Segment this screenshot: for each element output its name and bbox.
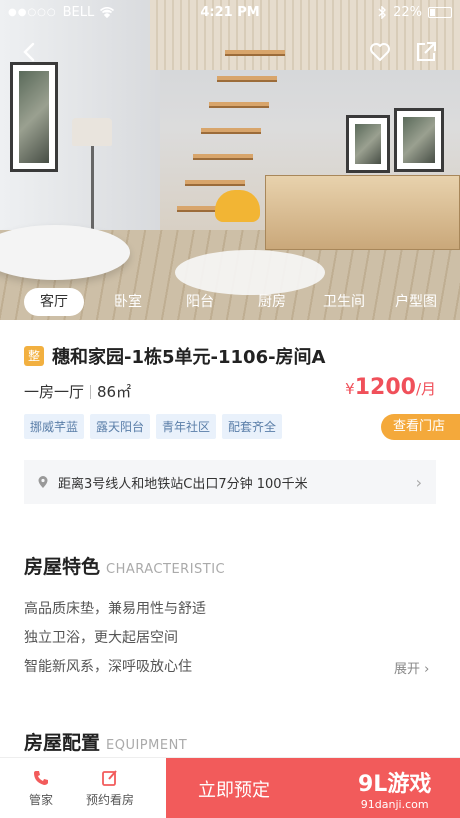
tab-floorplan[interactable]: 户型图: [380, 288, 452, 316]
section-subtitle: CHARACTERISTIC: [106, 562, 226, 577]
location-row[interactable]: 距离3号线人和地铁站C出口7分钟 100千米 ›: [24, 460, 436, 504]
room-tabs: 客厅 卧室 阳台 厨房 卫生间 户型图: [0, 284, 460, 320]
tab-bathroom[interactable]: 卫生间: [308, 288, 380, 316]
whole-rent-badge: 整: [24, 346, 44, 366]
steward-button[interactable]: 管家: [18, 758, 64, 818]
appointment-label: 预约看房: [85, 793, 134, 807]
feature-item: 智能新风系，深呼吸放心住: [24, 659, 192, 675]
tab-living-room[interactable]: 客厅: [24, 288, 84, 316]
phone-icon: [34, 771, 48, 785]
watermark-url: 91danji.com: [360, 798, 429, 811]
steward-label: 管家: [28, 793, 53, 807]
edit-icon: [102, 770, 117, 786]
share-icon[interactable]: [414, 40, 438, 64]
tag: 露天阳台: [90, 414, 151, 439]
lamp: [72, 118, 112, 146]
price: ¥1200/月: [345, 375, 436, 400]
divider: [90, 385, 92, 399]
tab-kitchen[interactable]: 厨房: [236, 288, 308, 316]
price-value: 1200: [354, 375, 416, 400]
section-title: 房屋特色: [24, 556, 101, 578]
feature-item: 高品质床垫，兼易用性与舒适: [24, 601, 206, 617]
room-layout: 一房一厅: [24, 383, 85, 401]
watermark-logo: 9L游戏 91danji.com: [358, 766, 431, 811]
location-pin-icon: [38, 476, 48, 488]
expand-label: 展开: [394, 662, 421, 677]
wall-picture-frame: [10, 62, 58, 172]
room-area: 86㎡: [97, 383, 132, 401]
listing-title-row: 整 穗和家园-1栋5单元-1106-房间A: [24, 343, 326, 369]
tag: 青年社区: [156, 414, 217, 439]
location-text: 距离3号线人和地铁站C出口7分钟 100千米: [58, 476, 308, 492]
price-symbol: ¥: [345, 380, 355, 398]
layout-info: 一房一厅 86㎡: [24, 381, 131, 402]
bluetooth-icon: [378, 5, 387, 19]
tag: 挪威芊蓝: [24, 414, 85, 439]
chevron-right-icon: ›: [415, 472, 422, 492]
picture-frame-1: [346, 115, 390, 173]
tag: 配套齐全: [222, 414, 283, 439]
expand-button[interactable]: 展开 ›: [394, 658, 429, 677]
battery-icon: [428, 6, 452, 18]
status-bar: ●●○○○ BELL 4:21 PM 22%: [0, 0, 460, 24]
price-unit: /月: [415, 380, 436, 398]
section-subtitle: EQUIPMENT: [106, 738, 188, 753]
feature-item: 独立卫浴，更大起居空间: [24, 630, 178, 646]
tab-bedroom[interactable]: 卧室: [92, 288, 164, 316]
watermark-text: 9L游戏: [358, 772, 432, 797]
section-title: 房屋配置: [24, 732, 101, 754]
appointment-button[interactable]: 预约看房: [78, 758, 142, 818]
back-icon[interactable]: [18, 40, 42, 64]
equipment-heading: 房屋配置 EQUIPMENT: [24, 728, 187, 755]
listing-title: 穗和家园-1栋5单元-1106-房间A: [52, 347, 326, 368]
view-store-button[interactable]: 查看门店: [381, 414, 460, 440]
cabinet: [265, 175, 460, 250]
battery-percent: 22%: [393, 4, 422, 20]
picture-frame-2: [394, 108, 444, 172]
favorite-icon[interactable]: [368, 40, 392, 64]
chair: [215, 190, 260, 222]
tab-balcony[interactable]: 阳台: [164, 288, 236, 316]
characteristic-heading: 房屋特色 CHARACTERISTIC: [24, 552, 225, 579]
tag-list: 挪威芊蓝 露天阳台 青年社区 配套齐全: [24, 414, 283, 439]
